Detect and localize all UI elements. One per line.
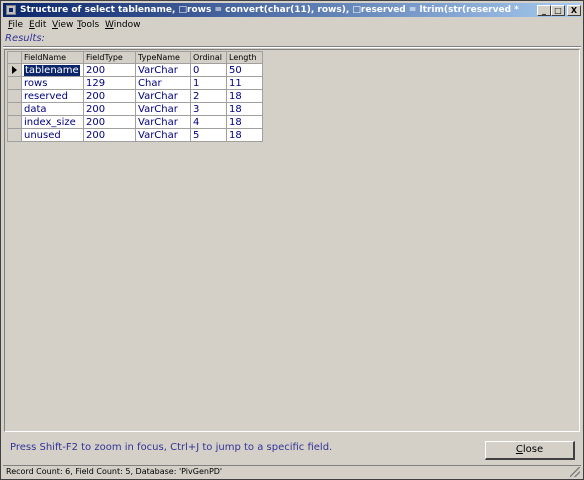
grid-cell[interactable]: index_size [21,115,84,129]
grid-cell[interactable]: data [21,102,84,116]
row-selector[interactable] [7,76,22,90]
grid-cell[interactable]: Char [135,76,191,90]
grid-cell[interactable]: 200 [83,63,136,77]
grid-cell[interactable]: 2 [190,89,227,103]
table-row[interactable]: index_size 200 VarChar 4 18 [7,115,263,129]
grid-cell[interactable]: VarChar [135,63,191,77]
grid-cell[interactable]: 18 [226,102,263,116]
results-grid-panel[interactable]: FieldName FieldType TypeName Ordinal Len… [4,49,580,432]
maximize-button[interactable]: □ [551,5,565,16]
separator [3,46,581,48]
menu-bar: File Edit View Tools Window [3,18,581,32]
column-header-ordinal[interactable]: Ordinal [190,51,227,64]
menu-window[interactable]: Window [105,18,141,32]
row-selector[interactable] [7,102,22,116]
grid-cell[interactable]: VarChar [135,102,191,116]
grid-cell[interactable]: 200 [83,89,136,103]
grid-cell[interactable]: unused [21,128,84,142]
menu-edit[interactable]: Edit [29,18,46,32]
grid-cell[interactable]: 200 [83,102,136,116]
table-row[interactable]: tablename 200 VarChar 0 50 [7,63,263,77]
grid-cell[interactable]: 4 [190,115,227,129]
menu-tools[interactable]: Tools [77,18,99,32]
grid-cell[interactable]: VarChar [135,89,191,103]
window-title: Structure of select tablename, □rows = c… [20,5,520,15]
title-bar[interactable]: Structure of select tablename, □rows = c… [3,3,581,17]
table-row[interactable]: data 200 VarChar 3 18 [7,102,263,116]
grid-cell[interactable]: 18 [226,128,263,142]
grid-cell[interactable]: VarChar [135,115,191,129]
table-row[interactable]: unused 200 VarChar 5 18 [7,128,263,142]
grid-cell[interactable]: 11 [226,76,263,90]
grid-cell[interactable]: VarChar [135,128,191,142]
grid-cell[interactable]: 18 [226,115,263,129]
row-selector[interactable] [7,63,22,77]
column-header-typename[interactable]: TypeName [135,51,191,64]
results-grid[interactable]: FieldName FieldType TypeName Ordinal Len… [7,51,263,142]
resize-grip-icon[interactable] [570,467,580,477]
grid-cell[interactable]: tablename [21,63,84,77]
column-header-fieldname[interactable]: FieldName [21,51,84,64]
corner-header [7,51,22,64]
grid-cell[interactable]: 0 [190,63,227,77]
row-selector[interactable] [7,128,22,142]
grid-cell[interactable]: 50 [226,63,263,77]
current-row-arrow-icon [12,66,17,74]
main-window: Structure of select tablename, □rows = c… [0,0,584,480]
hint-text: Press Shift-F2 to zoom in focus, Ctrl+J … [10,442,333,453]
grid-cell[interactable]: 5 [190,128,227,142]
status-text: Record Count: 6, Field Count: 5, Databas… [6,467,223,476]
column-header-length[interactable]: Length [226,51,263,64]
menu-view[interactable]: View [52,18,73,32]
row-selector[interactable] [7,89,22,103]
grid-cell[interactable]: 18 [226,89,263,103]
column-header-fieldtype[interactable]: FieldType [83,51,136,64]
grid-cell[interactable]: 200 [83,128,136,142]
menu-file[interactable]: File [8,18,23,32]
results-label: Results: [5,33,45,44]
close-window-button[interactable]: X [567,5,581,16]
minimize-button[interactable]: _ [537,5,551,16]
grid-cell[interactable]: rows [21,76,84,90]
close-button[interactable]: Close [485,441,575,460]
grid-cell[interactable]: 3 [190,102,227,116]
status-bar: Record Count: 6, Field Count: 5, Databas… [3,465,581,478]
grid-cell[interactable]: 200 [83,115,136,129]
grid-cell[interactable]: reserved [21,89,84,103]
grid-cell[interactable]: 129 [83,76,136,90]
row-selector[interactable] [7,115,22,129]
app-icon[interactable] [6,5,16,15]
table-row[interactable]: reserved 200 VarChar 2 18 [7,89,263,103]
table-row[interactable]: rows 129 Char 1 11 [7,76,263,90]
grid-cell[interactable]: 1 [190,76,227,90]
